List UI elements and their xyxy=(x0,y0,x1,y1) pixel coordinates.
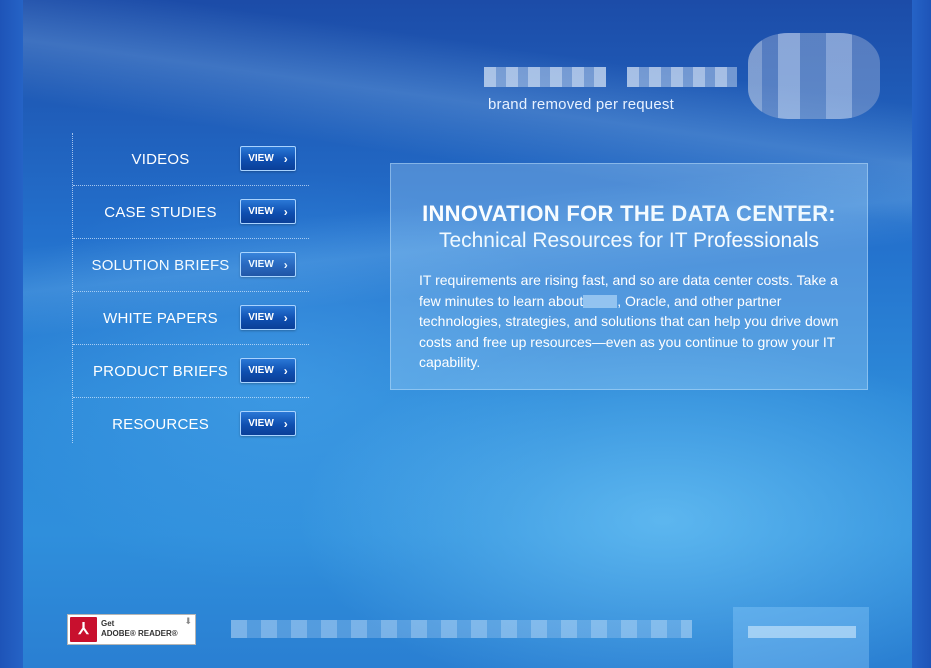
resource-nav: VIDEOS VIEW › CASE STUDIES VIEW › SOLUTION… xyxy=(72,133,309,443)
download-arrow-icon: ⬇ xyxy=(184,616,192,626)
view-videos-button[interactable]: VIEW › xyxy=(240,146,296,171)
nav-label-white-papers: WHITE PAPERS xyxy=(103,310,218,327)
nav-label-case-studies: CASE STUDIES xyxy=(104,204,217,221)
view-button-label: VIEW xyxy=(248,365,274,376)
view-button-label: VIEW xyxy=(248,418,274,429)
nav-label-product-briefs: PRODUCT BRIEFS xyxy=(92,363,229,380)
brand-caption: brand removed per request xyxy=(488,96,674,113)
adobe-pdf-icon: ⅄ xyxy=(70,617,97,642)
footer-panel-text-redacted xyxy=(748,626,856,638)
intro-body: IT requirements are rising fast, and so … xyxy=(419,270,849,373)
nav-item-solution-briefs: SOLUTION BRIEFS VIEW › xyxy=(73,239,309,292)
intro-panel: INNOVATION FOR THE DATA CENTER: Technica… xyxy=(390,163,868,390)
chevron-right-icon: › xyxy=(283,310,288,325)
adobe-get-label: Get xyxy=(101,619,115,628)
nav-label-resources: RESOURCES xyxy=(112,416,209,433)
brand-redaction xyxy=(583,294,618,308)
nav-label-solution-briefs: SOLUTION BRIEFS xyxy=(91,257,230,274)
stage: brand removed per request VIDEOS VIEW › C… xyxy=(23,0,912,668)
brand-logo-redacted xyxy=(748,33,880,119)
view-button-label: VIEW xyxy=(248,206,274,217)
footer-panel xyxy=(733,607,869,668)
view-case-studies-button[interactable]: VIEW › xyxy=(240,199,296,224)
nav-item-videos: VIDEOS VIEW › xyxy=(73,133,309,186)
footer-text-redacted xyxy=(231,620,692,638)
intro-subtitle: Technical Resources for IT Professionals xyxy=(438,229,820,252)
chevron-right-icon: › xyxy=(283,363,288,378)
nav-label-videos: VIDEOS xyxy=(131,151,190,168)
nav-item-white-papers: WHITE PAPERS VIEW › xyxy=(73,292,309,345)
view-white-papers-button[interactable]: VIEW › xyxy=(240,305,296,330)
intro-title: INNOVATION FOR THE DATA CENTER: xyxy=(422,201,836,226)
view-button-label: VIEW xyxy=(248,153,274,164)
nav-item-product-briefs: PRODUCT BRIEFS VIEW › xyxy=(73,345,309,398)
nav-item-case-studies: CASE STUDIES VIEW › xyxy=(73,186,309,239)
get-adobe-reader-badge[interactable]: ⅄ Get ADOBE® READER® ⬇ xyxy=(67,614,196,645)
view-button-label: VIEW xyxy=(248,259,274,270)
chevron-right-icon: › xyxy=(283,204,288,219)
brand-name-redacted xyxy=(484,67,606,87)
view-product-briefs-button[interactable]: VIEW › xyxy=(240,358,296,383)
view-solution-briefs-button[interactable]: VIEW › xyxy=(240,252,296,277)
adobe-reader-label: ADOBE® READER® xyxy=(101,629,178,638)
brand-name-redacted-2 xyxy=(627,67,737,87)
view-button-label: VIEW xyxy=(248,312,274,323)
chevron-right-icon: › xyxy=(283,257,288,272)
chevron-right-icon: › xyxy=(283,416,288,431)
chevron-right-icon: › xyxy=(283,151,288,166)
view-resources-button[interactable]: VIEW › xyxy=(240,411,296,436)
nav-item-resources: RESOURCES VIEW › xyxy=(73,398,309,450)
